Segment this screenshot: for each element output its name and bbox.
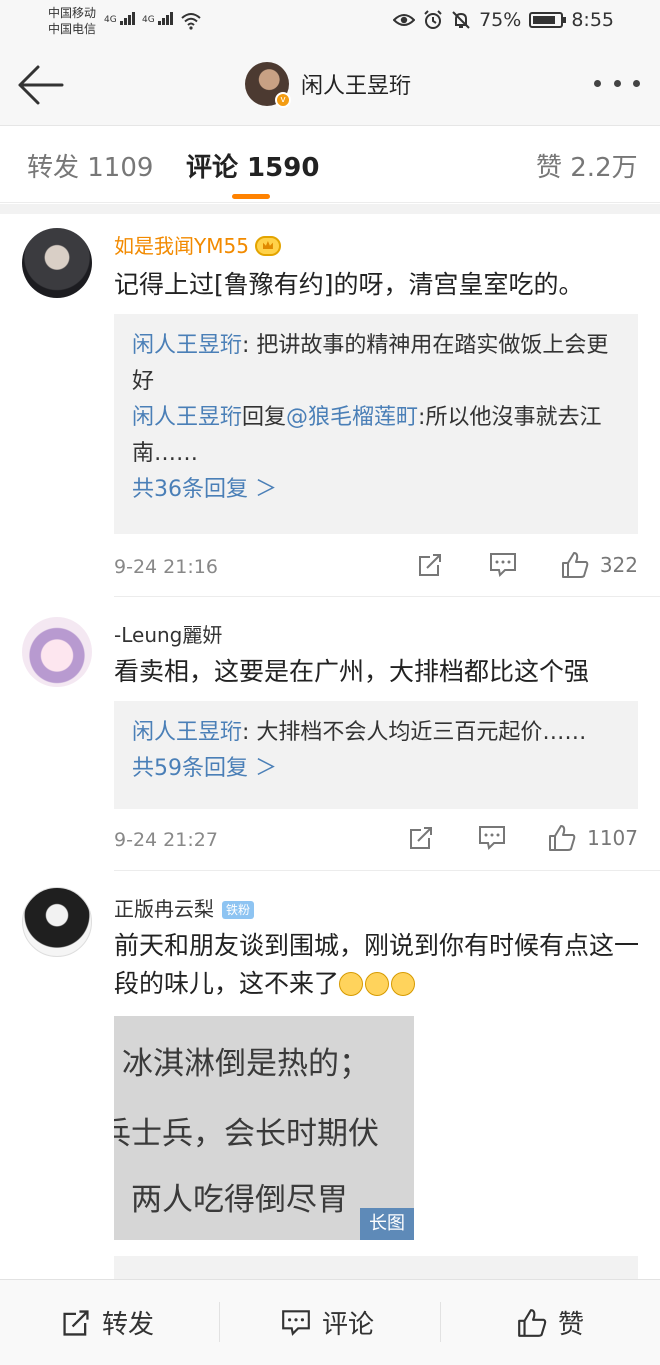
reply-line: 闲人王昱珩: 大排档不会人均近三百元起价……	[132, 715, 620, 751]
reply-box[interactable]: 闲人王昱珩: 大排档不会人均近三百元起价…… 共59条回复 ＞	[114, 701, 638, 809]
more-replies-link[interactable]: 共36条回复 ＞	[132, 472, 620, 508]
crown-icon	[254, 236, 281, 256]
divider	[219, 1302, 220, 1342]
fan-badge: 铁粉	[222, 901, 255, 919]
avatar[interactable]	[22, 887, 92, 957]
divider	[440, 1302, 441, 1342]
reply-author[interactable]: 闲人王昱珩	[132, 333, 242, 358]
back-arrow-icon[interactable]	[14, 62, 66, 108]
like-icon[interactable]	[547, 823, 577, 853]
comment-label: 评论	[322, 1310, 375, 1340]
share-icon[interactable]	[416, 551, 444, 579]
signal-2-icon: 4G	[142, 12, 174, 25]
nav-avatar[interactable]: v	[245, 62, 291, 108]
active-tab-indicator	[232, 194, 270, 199]
comment-icon[interactable]	[488, 551, 518, 579]
carrier-2: 中国电信	[48, 22, 97, 36]
comment-image[interactable]: 冰淇淋倒是热的； 兵士兵，会长时期伏 。两人吃得倒尽胃 长图	[114, 1016, 414, 1240]
smile-emoji-icon	[339, 972, 364, 996]
image-text-line: 。两人吃得倒尽胃	[114, 1182, 348, 1218]
tab-likes[interactable]: 赞 2.2万	[536, 147, 638, 184]
reply-line: 闲人王昱珩回复@狼毛榴莲町:所以他沒事就去江南……	[132, 400, 620, 472]
comment-text: 记得上过[鲁豫有约]的呀，清宫皇室吃的。	[114, 270, 584, 299]
alarm-icon	[424, 10, 442, 29]
reply-author[interactable]: 闲人王昱珩	[132, 720, 242, 745]
eye-icon	[393, 14, 416, 26]
divider	[114, 596, 660, 597]
avatar[interactable]	[22, 228, 92, 298]
comment-time: 9-24 21:16	[114, 556, 218, 578]
carrier-labels: 中国移动 中国电信	[48, 5, 96, 37]
comment-username[interactable]: 如是我闻YM55	[114, 230, 281, 259]
comment-button[interactable]: 评论	[280, 1304, 374, 1341]
repost-label: 转发	[102, 1310, 155, 1340]
like-button[interactable]: 赞	[516, 1304, 584, 1341]
share-icon	[63, 1309, 89, 1336]
verified-badge-icon: v	[275, 92, 291, 108]
battery-percent: 75%	[479, 9, 522, 31]
avatar[interactable]	[22, 617, 92, 687]
comment-icon	[282, 1309, 310, 1336]
nav-user[interactable]: v 闲人王昱珩	[245, 62, 412, 108]
network-1-label: 4G	[104, 15, 117, 25]
like-label: 赞	[558, 1310, 585, 1340]
reply-line: 闲人王昱珩: 把讲故事的精神用在踏实做饭上会更好	[132, 328, 620, 400]
image-text-line: 冰淇淋倒是热的；	[122, 1046, 370, 1082]
reply-box[interactable]: 闲人王昱珩: 把讲故事的精神用在踏实做饭上会更好 闲人王昱珩回复@狼毛榴莲町:所…	[114, 314, 638, 534]
username-text: 正版冉云梨	[114, 897, 214, 921]
tab-comments[interactable]: 评论 1590	[186, 147, 319, 184]
like-icon	[518, 1308, 547, 1337]
signal-1-icon: 4G	[104, 12, 136, 25]
carrier-1: 中国移动	[48, 6, 97, 20]
smile-emoji-icon	[391, 972, 416, 996]
repost-button[interactable]: 转发	[60, 1304, 154, 1341]
long-image-badge: 长图	[360, 1208, 414, 1240]
reply-author[interactable]: 闲人王昱珩	[132, 405, 242, 430]
reply-box[interactable]	[114, 1256, 638, 1280]
status-right: 75% 8:55	[393, 9, 614, 31]
mute-bell-icon	[452, 11, 470, 29]
more-options-icon[interactable]	[594, 80, 640, 94]
like-count: 1107	[587, 826, 638, 850]
comment-text: 前天和朋友谈到围城，刚说到你有时候有点这一段的味儿，这不来了	[114, 927, 644, 1003]
clock: 8:55	[571, 9, 614, 31]
tab-bar: 转发 1109 评论 1590 赞 2.2万	[0, 127, 660, 203]
network-2-label: 4G	[142, 15, 155, 25]
reply-mention[interactable]: @狼毛榴莲町	[286, 405, 418, 430]
tab-repost[interactable]: 转发 1109	[27, 147, 153, 184]
reply-text: : 大排档不会人均近三百元起价……	[242, 720, 587, 745]
comment-actions: 322	[416, 550, 638, 580]
reply-word: 回复	[242, 405, 287, 430]
comment-icon[interactable]	[477, 824, 507, 852]
like-count: 322	[599, 553, 638, 577]
status-bar: 中国移动 中国电信 4G 4G 75% 8:55	[0, 0, 660, 44]
comment-username[interactable]: -Leung麗妍	[114, 619, 222, 648]
image-text-line: 兵士兵，会长时期伏	[114, 1116, 379, 1152]
section-gap	[0, 204, 660, 214]
username-text: 如是我闻YM55	[114, 234, 249, 258]
comment-username[interactable]: 正版冉云梨 铁粉	[114, 893, 255, 922]
smile-emoji-icon	[365, 972, 390, 996]
like-icon[interactable]	[560, 550, 590, 580]
wifi-icon	[181, 13, 201, 30]
nav-bar: v 闲人王昱珩	[0, 44, 660, 126]
comment-actions: 1107	[407, 823, 638, 853]
bottom-action-bar: 转发 评论 赞	[0, 1279, 660, 1365]
comment-text: 看卖相，这要是在广州，大排档都比这个强	[114, 657, 590, 686]
more-replies-link[interactable]: 共59条回复 ＞	[132, 751, 620, 787]
share-icon[interactable]	[407, 824, 435, 852]
battery-icon	[529, 12, 567, 28]
nav-title: 闲人王昱珩	[301, 74, 412, 99]
divider	[114, 870, 660, 871]
comment-time: 9-24 21:27	[114, 829, 218, 851]
